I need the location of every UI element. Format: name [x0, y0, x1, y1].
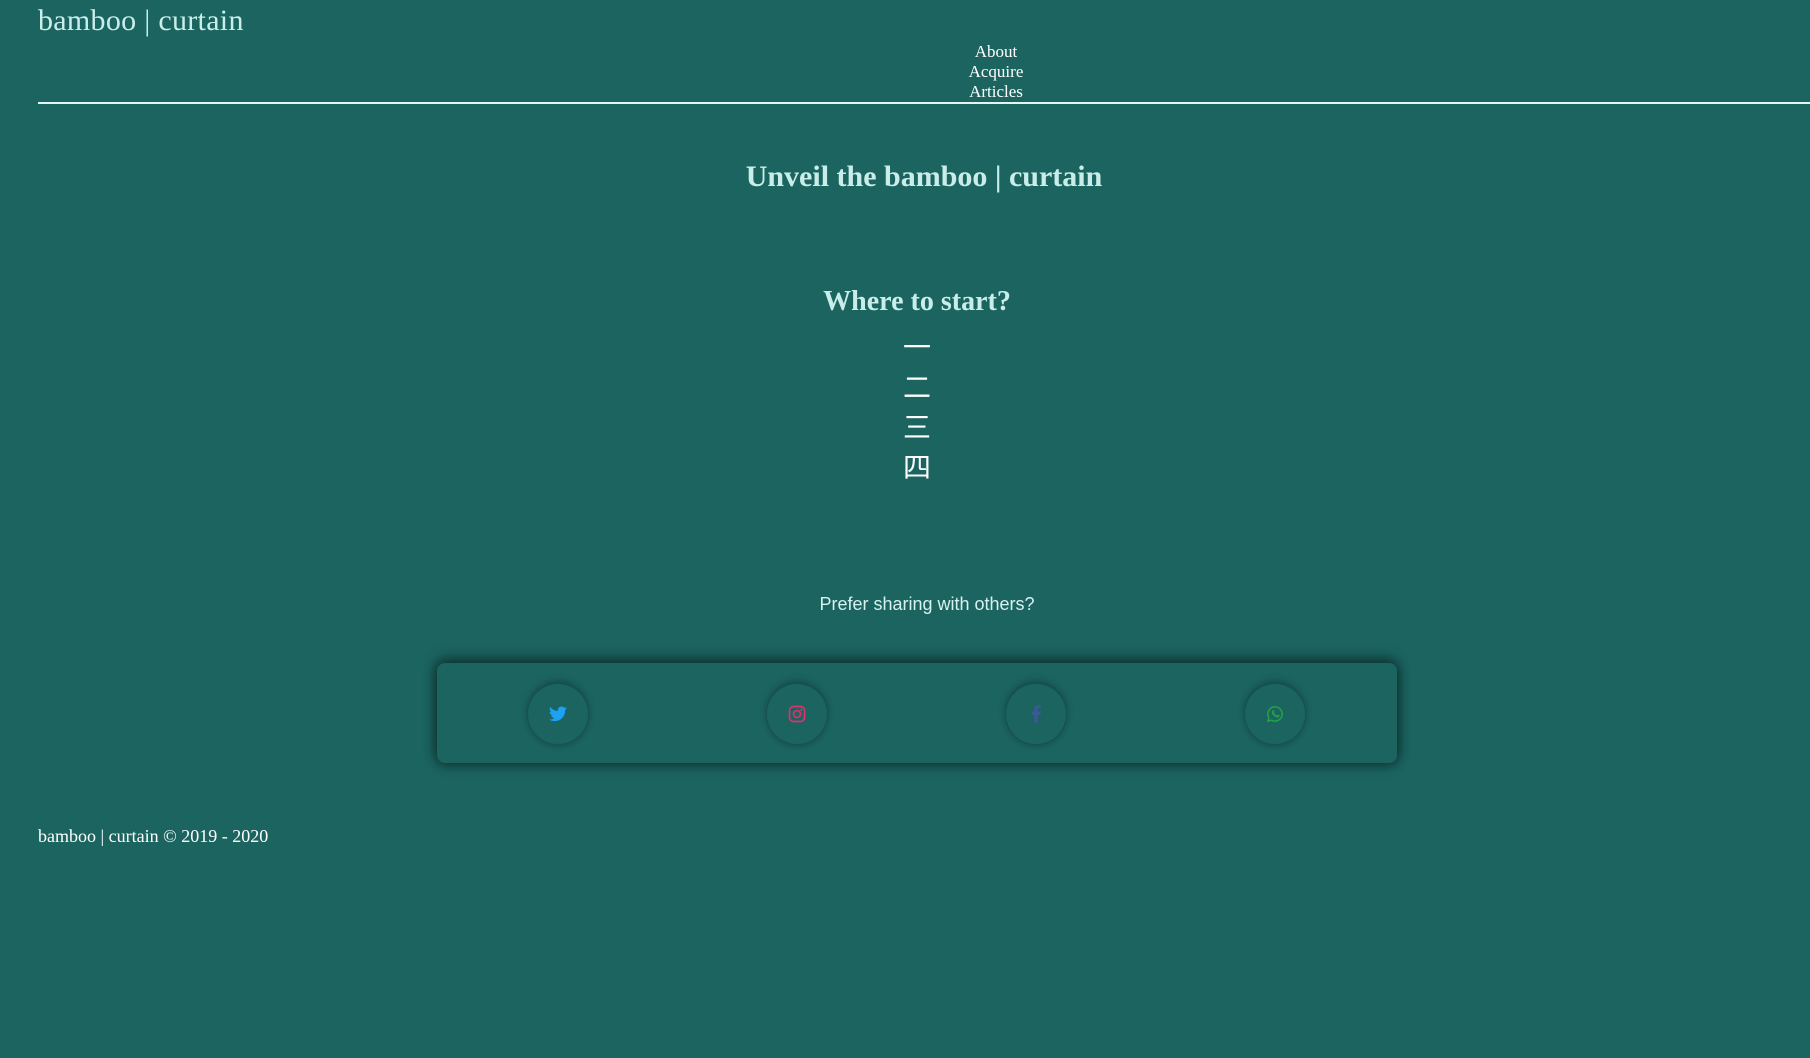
- instagram-icon: [788, 705, 806, 723]
- nav-link-articles[interactable]: Articles: [960, 82, 1032, 102]
- start-heading: Where to start?: [823, 286, 1011, 317]
- hero-title: Unveil the bamboo | curtain: [745, 160, 1103, 193]
- share-instagram-button[interactable]: [767, 684, 827, 744]
- share-bar: [437, 663, 1397, 763]
- chapter-list: 一 二 三 四: [880, 328, 954, 488]
- chapter-link-3[interactable]: 三: [880, 408, 954, 448]
- chapter-link-2[interactable]: 二: [880, 368, 954, 408]
- twitter-icon: [549, 706, 567, 722]
- main-nav: About Acquire Articles: [960, 42, 1032, 102]
- site-logo[interactable]: bamboo | curtain: [38, 4, 244, 38]
- share-twitter-button[interactable]: [528, 684, 588, 744]
- nav-link-about[interactable]: About: [960, 42, 1032, 62]
- share-prompt: Prefer sharing with others?: [819, 594, 1035, 614]
- nav-link-acquire[interactable]: Acquire: [960, 62, 1032, 82]
- share-facebook-button[interactable]: [1006, 684, 1066, 744]
- header-divider: [38, 102, 1810, 104]
- site-footer: bamboo | curtain © 2019 - 2020: [38, 826, 269, 846]
- chapter-link-4[interactable]: 四: [880, 448, 954, 488]
- share-whatsapp-button[interactable]: [1245, 684, 1305, 744]
- chapter-link-1[interactable]: 一: [880, 328, 954, 368]
- whatsapp-icon: [1266, 706, 1283, 723]
- facebook-icon: [1031, 705, 1041, 723]
